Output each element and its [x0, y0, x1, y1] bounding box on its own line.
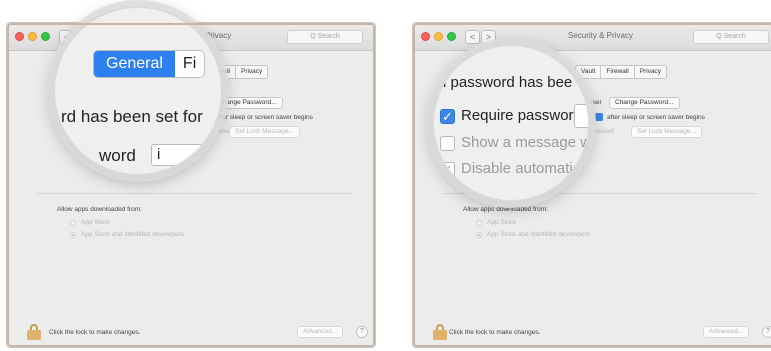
magnified-password-message: n password has bee: [438, 74, 573, 91]
require-password-label: Require password: [461, 107, 582, 124]
search-input[interactable]: Q Search: [693, 30, 769, 44]
set-lock-message-button[interactable]: Set Lock Message...: [631, 126, 702, 138]
help-button[interactable]: ?: [762, 326, 771, 338]
forward-button[interactable]: >: [481, 30, 496, 44]
show-message-checkbox[interactable]: [440, 136, 455, 151]
advanced-button[interactable]: Advanced...: [703, 326, 750, 338]
window-title: Privacy: [205, 31, 232, 40]
show-message-label: Show a message wh: [461, 134, 590, 151]
tab-firewall[interactable]: Firewall: [601, 66, 635, 78]
radio-identified-developers[interactable]: [476, 232, 482, 238]
close-window-button[interactable]: [421, 32, 430, 41]
lock-label: Click the lock to make changes.: [449, 329, 541, 336]
change-password-button[interactable]: Change Password...: [609, 97, 680, 109]
back-button[interactable]: <: [465, 30, 480, 44]
radio-identified-label: App Store and identified developers: [81, 231, 184, 238]
right-magnifier: n password has bee ✓ Require password Sh…: [432, 44, 590, 202]
radio-app-store-label: App Store: [487, 219, 516, 226]
allow-apps-heading: Allow apps downloaded from:: [463, 206, 548, 213]
disable-automatic-login-checkbox[interactable]: ✓: [440, 162, 455, 177]
magnified-delay-field[interactable]: i: [151, 144, 211, 166]
set-lock-message-button[interactable]: Set Lock Message...: [229, 126, 300, 138]
search-input[interactable]: Q Search: [287, 30, 363, 44]
minimize-window-button[interactable]: [434, 32, 443, 41]
title-bar: < > Security & Privacy Q Search: [413, 23, 771, 51]
radio-app-store-label: App Store: [81, 219, 110, 226]
disable-automatic-login-label: Disable automatic l: [461, 160, 588, 177]
window-title: Security & Privacy: [568, 31, 633, 40]
divider: [37, 193, 352, 194]
advanced-button[interactable]: Advanced...: [297, 326, 344, 338]
radio-app-store[interactable]: [476, 220, 482, 226]
tab-privacy[interactable]: Privacy: [635, 66, 666, 78]
zoom-window-button[interactable]: [41, 32, 50, 41]
magnified-password-message: rd has been set for: [61, 107, 203, 126]
lock-icon[interactable]: [27, 324, 41, 340]
allow-apps-heading: Allow apps downloaded from:: [57, 206, 142, 213]
magnified-tab-bar: General Fi: [93, 50, 206, 78]
left-magnifier: General Fi rd has been set for word i: [53, 6, 223, 176]
radio-identified-developers[interactable]: [70, 232, 76, 238]
tab-file-vault[interactable]: Fi: [174, 51, 205, 77]
zoom-window-button[interactable]: [447, 32, 456, 41]
after-sleep-label: after sleep or screen saver begins: [607, 114, 705, 121]
tab-filevault[interactable]: Vault: [576, 66, 602, 78]
tab-privacy[interactable]: Privacy: [236, 66, 267, 78]
magnified-password-label: word: [99, 146, 136, 165]
tab-general[interactable]: General: [94, 51, 175, 77]
delay-stepper[interactable]: [595, 113, 603, 121]
radio-identified-label: App Store and identified developers: [487, 231, 590, 238]
radio-app-store[interactable]: [70, 220, 76, 226]
require-password-checkbox[interactable]: ✓: [440, 109, 455, 124]
after-sleep-label: after sleep or screen saver begins: [215, 114, 313, 121]
lock-label: Click the lock to make changes.: [49, 329, 141, 336]
close-window-button[interactable]: [15, 32, 24, 41]
lock-icon[interactable]: [433, 324, 447, 340]
magnified-delay-field[interactable]: [574, 104, 588, 128]
tab-bar: Vault Firewall Privacy: [575, 65, 668, 79]
help-button[interactable]: ?: [356, 326, 368, 338]
minimize-window-button[interactable]: [28, 32, 37, 41]
user-label: user: [589, 99, 602, 106]
